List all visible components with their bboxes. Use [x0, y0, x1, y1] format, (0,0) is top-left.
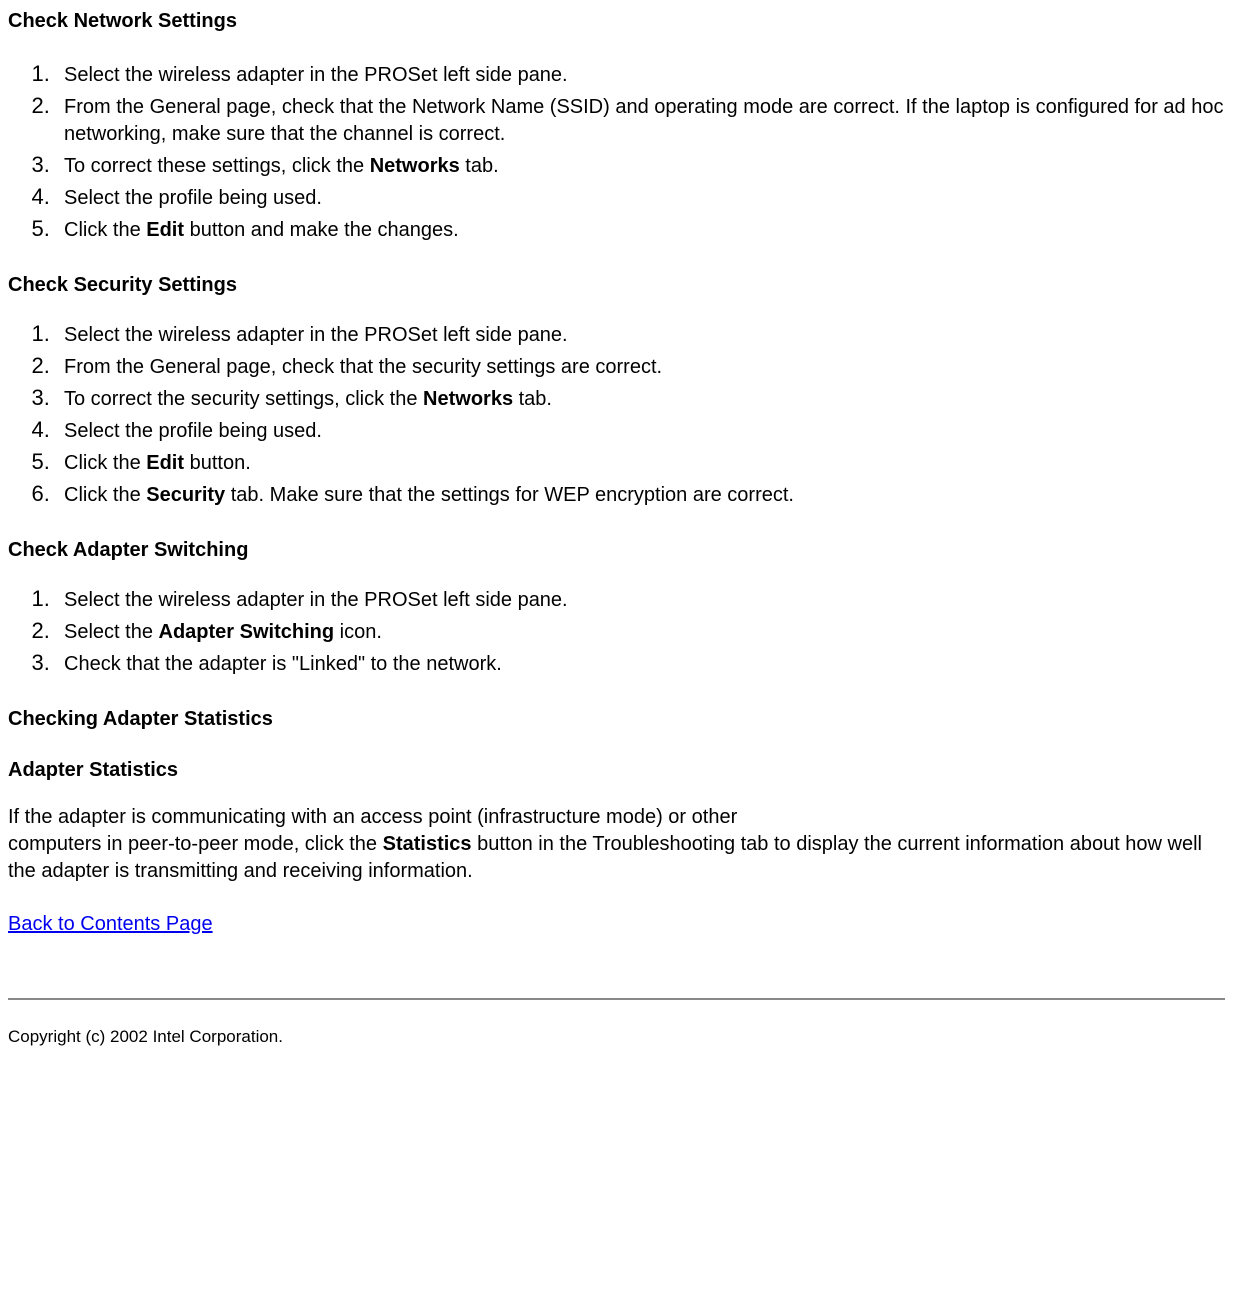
- list-check-adapter-switching: Select the wireless adapter in the PROSe…: [8, 584, 1225, 678]
- text: tab.: [513, 388, 552, 410]
- list-item: From the General page, check that the se…: [56, 351, 1225, 381]
- list-item: Select the profile being used.: [56, 182, 1225, 212]
- link-back-to-contents[interactable]: Back to Contents Page: [8, 913, 213, 935]
- heading-check-adapter-switching: Check Adapter Switching: [8, 537, 1225, 564]
- list-check-network-settings: Select the wireless adapter in the PROSe…: [8, 59, 1225, 244]
- heading-checking-adapter-statistics: Checking Adapter Statistics: [8, 706, 1225, 733]
- list-item: Select the profile being used.: [56, 415, 1225, 445]
- text: tab. Make sure that the settings for WEP…: [225, 484, 794, 506]
- list-item: Click the Edit button and make the chang…: [56, 214, 1225, 244]
- text: If the adapter is communicating with an …: [8, 806, 737, 828]
- text: Click the: [64, 484, 146, 506]
- text: icon.: [334, 621, 382, 643]
- heading-adapter-statistics: Adapter Statistics: [8, 757, 1225, 784]
- list-item: To correct the security settings, click …: [56, 383, 1225, 413]
- bold-text: Adapter Switching: [159, 621, 335, 643]
- text: button.: [184, 452, 251, 474]
- text: button and make the changes.: [184, 219, 459, 241]
- bold-text: Networks: [370, 155, 460, 177]
- text: Click the: [64, 219, 146, 241]
- bold-text: Edit: [146, 219, 184, 241]
- text: To correct the security settings, click …: [64, 388, 423, 410]
- text: To correct these settings, click the: [64, 155, 370, 177]
- bold-text: Security: [146, 484, 225, 506]
- copyright-text: Copyright (c) 2002 Intel Corporation.: [8, 1026, 1225, 1049]
- divider: [8, 998, 1225, 1000]
- paragraph-adapter-statistics: If the adapter is communicating with an …: [8, 804, 1225, 885]
- list-item: Click the Edit button.: [56, 447, 1225, 477]
- text: tab.: [460, 155, 499, 177]
- bold-text: Edit: [146, 452, 184, 474]
- heading-check-network-settings: Check Network Settings: [8, 8, 1225, 35]
- list-item: Check that the adapter is "Linked" to th…: [56, 648, 1225, 678]
- list-item: Select the Adapter Switching icon.: [56, 616, 1225, 646]
- list-item: From the General page, check that the Ne…: [56, 91, 1225, 148]
- list-item: Select the wireless adapter in the PROSe…: [56, 584, 1225, 614]
- list-item: To correct these settings, click the Net…: [56, 150, 1225, 180]
- heading-check-security-settings: Check Security Settings: [8, 272, 1225, 299]
- list-item: Click the Security tab. Make sure that t…: [56, 479, 1225, 509]
- list-item: Select the wireless adapter in the PROSe…: [56, 319, 1225, 349]
- bold-text: Statistics: [383, 833, 472, 855]
- text: Click the: [64, 452, 146, 474]
- text: computers in peer-to-peer mode, click th…: [8, 833, 383, 855]
- list-item: Select the wireless adapter in the PROSe…: [56, 59, 1225, 89]
- list-check-security-settings: Select the wireless adapter in the PROSe…: [8, 319, 1225, 509]
- bold-text: Networks: [423, 388, 513, 410]
- text: Select the: [64, 621, 159, 643]
